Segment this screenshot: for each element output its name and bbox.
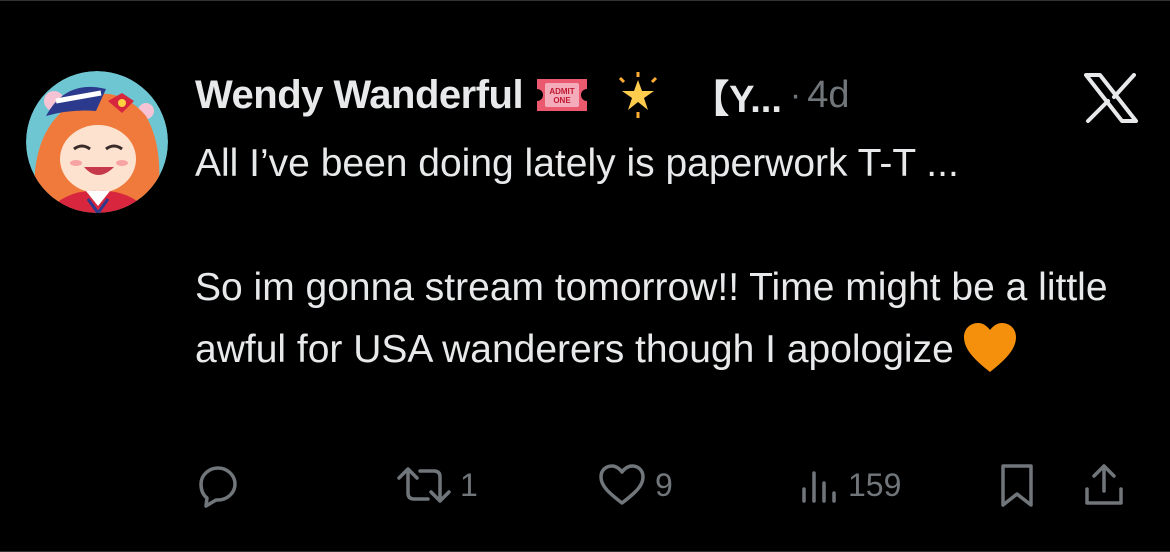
svg-text:ONE: ONE bbox=[553, 96, 571, 105]
bookmark-icon bbox=[1001, 464, 1033, 507]
like-button[interactable]: 9 bbox=[597, 457, 673, 513]
svg-text:ADMIT: ADMIT bbox=[549, 87, 574, 96]
action-bar: 1 9 159 bbox=[0, 457, 1170, 513]
share-button[interactable] bbox=[1082, 457, 1126, 513]
tweet-card[interactable]: Wendy Wanderful ADMIT ONE 【Y... · 4d All bbox=[0, 0, 1170, 552]
views-icon bbox=[802, 471, 836, 503]
ticket-emoji-icon: ADMIT ONE bbox=[533, 75, 591, 115]
reply-button[interactable] bbox=[194, 457, 250, 513]
heart-icon bbox=[599, 464, 645, 505]
author-name[interactable]: Wendy Wanderful bbox=[195, 73, 524, 118]
like-count: 9 bbox=[655, 466, 673, 503]
orange-heart-emoji-icon bbox=[962, 322, 1018, 374]
avatar[interactable] bbox=[26, 71, 168, 213]
tweet-text: All I’ve been doing lately is paperwork … bbox=[195, 133, 1135, 381]
views-count: 159 bbox=[848, 466, 902, 503]
share-icon bbox=[1085, 464, 1123, 505]
views-button[interactable]: 159 bbox=[798, 457, 901, 513]
timestamp[interactable]: 4d bbox=[807, 74, 849, 117]
avatar-image bbox=[26, 71, 168, 213]
bookmark-button[interactable] bbox=[996, 457, 1038, 513]
retweet-button[interactable]: 1 bbox=[396, 457, 478, 513]
retweet-count: 1 bbox=[460, 466, 478, 503]
x-logo-icon bbox=[1084, 73, 1138, 123]
glowing-star-emoji-icon bbox=[615, 72, 661, 118]
retweet-icon bbox=[397, 467, 451, 503]
separator-dot: · bbox=[789, 75, 802, 114]
author-handle[interactable]: 【Y... bbox=[691, 68, 782, 123]
tweet-header: Wendy Wanderful ADMIT ONE 【Y... · 4d bbox=[195, 67, 850, 123]
reply-icon bbox=[199, 466, 237, 508]
tweet-text-line1: All I’ve been doing lately is paperwork … bbox=[195, 142, 959, 185]
tweet-text-paragraph2: So im gonna stream tomorrow!! Time might… bbox=[195, 257, 1135, 381]
